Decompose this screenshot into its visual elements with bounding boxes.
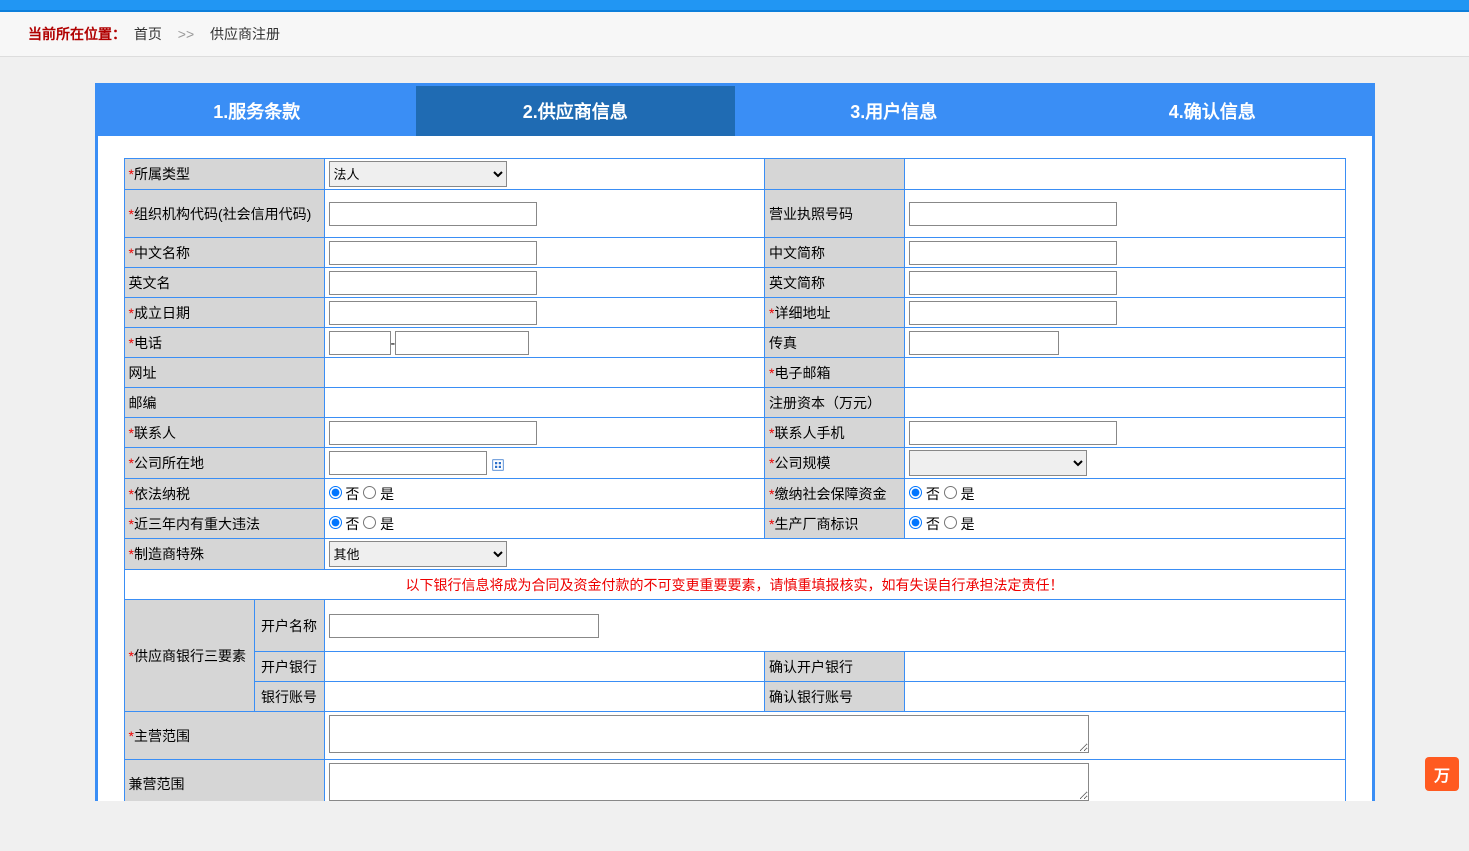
enshort-input[interactable] xyxy=(909,271,1117,295)
social-yes-radio[interactable] xyxy=(944,486,957,499)
manuf-no-radio[interactable] xyxy=(909,516,922,529)
breadcrumb-current: 供应商注册 xyxy=(210,26,280,42)
contactphone-input[interactable] xyxy=(909,421,1117,445)
licenseno-input[interactable] xyxy=(909,202,1117,226)
mainbiz-textarea[interactable] xyxy=(329,715,1089,753)
social-no-option[interactable]: 否 xyxy=(909,486,940,502)
label-cnname: 中文名称 xyxy=(134,245,190,261)
label-manufspecial: 制造商特殊 xyxy=(134,546,204,562)
label-fax: 传真 xyxy=(769,335,797,351)
registration-panel: 1.服务条款 2.供应商信息 3.用户信息 4.确认信息 *所属类型 法人 *组… xyxy=(95,83,1375,801)
founddate-input[interactable] xyxy=(329,301,537,325)
step-tabs: 1.服务条款 2.供应商信息 3.用户信息 4.确认信息 xyxy=(98,86,1372,136)
label-regcap: 注册资本（万元） xyxy=(769,395,881,411)
violation-no-radio[interactable] xyxy=(329,516,342,529)
manuf-yes-radio[interactable] xyxy=(944,516,957,529)
location-input[interactable] xyxy=(329,451,487,475)
contact-input[interactable] xyxy=(329,421,537,445)
cnshort-input[interactable] xyxy=(909,241,1117,265)
breadcrumb-label: 当前所在位置： xyxy=(28,26,126,42)
bank-warning-text: 以下银行信息将成为合同及资金付款的不可变更重要要素，请慎重填报核实，如有失误自行… xyxy=(124,570,1345,600)
label-violation: 近三年内有重大违法 xyxy=(134,516,260,532)
manuf-yes-option[interactable]: 是 xyxy=(944,516,975,532)
breadcrumb-separator: >> xyxy=(178,26,194,42)
breadcrumb-home-link[interactable]: 首页 xyxy=(134,26,162,42)
label-website: 网址 xyxy=(129,365,157,381)
bankaccname-input[interactable] xyxy=(329,614,599,638)
taxlaw-no-radio[interactable] xyxy=(329,486,342,499)
label-licenseno: 营业执照号码 xyxy=(769,206,853,222)
taxlaw-yes-radio[interactable] xyxy=(363,486,376,499)
label-bankname-confirm: 确认开户银行 xyxy=(769,659,853,675)
address-input[interactable] xyxy=(909,301,1117,325)
label-email: 电子邮箱 xyxy=(774,365,830,381)
violation-no-option[interactable]: 否 xyxy=(329,516,360,532)
phone-area-input[interactable] xyxy=(329,331,391,355)
scale-select[interactable] xyxy=(909,450,1087,476)
taxlaw-yes-option[interactable]: 是 xyxy=(363,486,394,502)
tab-confirm[interactable]: 4.确认信息 xyxy=(1053,86,1372,136)
manuf-no-option[interactable]: 否 xyxy=(909,516,940,532)
label-location: 公司所在地 xyxy=(134,455,204,471)
label-manuf: 生产厂商标识 xyxy=(774,516,858,532)
phone-number-input[interactable] xyxy=(395,331,529,355)
violation-yes-option[interactable]: 是 xyxy=(363,516,394,532)
type-select[interactable]: 法人 xyxy=(329,161,507,187)
label-bank3: 供应商银行三要素 xyxy=(134,648,246,664)
social-no-radio[interactable] xyxy=(909,486,922,499)
social-yes-option[interactable]: 是 xyxy=(944,486,975,502)
violation-yes-radio[interactable] xyxy=(363,516,376,529)
label-mainbiz: 主营范围 xyxy=(134,728,190,744)
label-bankaccname: 开户名称 xyxy=(261,618,317,634)
label-contactphone: 联系人手机 xyxy=(774,425,844,441)
sidebiz-textarea[interactable] xyxy=(329,763,1089,801)
supplier-form-table: *所属类型 法人 *组织机构代码(社会信用代码) 营业执照号码 *中文名称 中文… xyxy=(124,158,1346,801)
label-type: 所属类型 xyxy=(134,166,190,182)
cnname-input[interactable] xyxy=(329,241,537,265)
manufspecial-select[interactable]: 其他 xyxy=(329,541,507,567)
label-cnshort: 中文简称 xyxy=(769,245,825,261)
tab-user-info[interactable]: 3.用户信息 xyxy=(735,86,1054,136)
label-enshort: 英文简称 xyxy=(769,275,825,291)
location-picker-icon[interactable] xyxy=(492,458,504,470)
label-taxlaw: 依法纳税 xyxy=(134,486,190,502)
taxlaw-no-option[interactable]: 否 xyxy=(329,486,360,502)
label-bankacc: 银行账号 xyxy=(261,689,317,705)
label-social: 缴纳社会保障资金 xyxy=(774,486,886,502)
tab-supplier-info[interactable]: 2.供应商信息 xyxy=(416,86,735,136)
label-address: 详细地址 xyxy=(774,305,830,321)
label-phone: 电话 xyxy=(134,335,162,351)
label-orgcode: 组织机构代码(社会信用代码) xyxy=(134,206,311,222)
label-bankname-open: 开户银行 xyxy=(261,659,317,675)
breadcrumb: 当前所在位置： 首页 >> 供应商注册 xyxy=(0,12,1469,57)
label-postcode: 邮编 xyxy=(129,395,157,411)
float-helper-icon: 万 xyxy=(1434,762,1450,786)
label-sidebiz: 兼营范围 xyxy=(129,776,185,792)
label-founddate: 成立日期 xyxy=(134,305,190,321)
enname-input[interactable] xyxy=(329,271,537,295)
tab-terms[interactable]: 1.服务条款 xyxy=(98,86,417,136)
form-scroll-area[interactable]: *所属类型 法人 *组织机构代码(社会信用代码) 营业执照号码 *中文名称 中文… xyxy=(98,136,1372,801)
fax-input[interactable] xyxy=(909,331,1059,355)
top-accent-bar xyxy=(0,0,1469,12)
label-contact: 联系人 xyxy=(134,425,176,441)
float-helper-button[interactable]: 万 xyxy=(1425,757,1459,791)
label-bankacc-confirm: 确认银行账号 xyxy=(769,689,853,705)
orgcode-input[interactable] xyxy=(329,202,537,226)
label-enname: 英文名 xyxy=(129,275,171,291)
label-scale: 公司规模 xyxy=(774,455,830,471)
